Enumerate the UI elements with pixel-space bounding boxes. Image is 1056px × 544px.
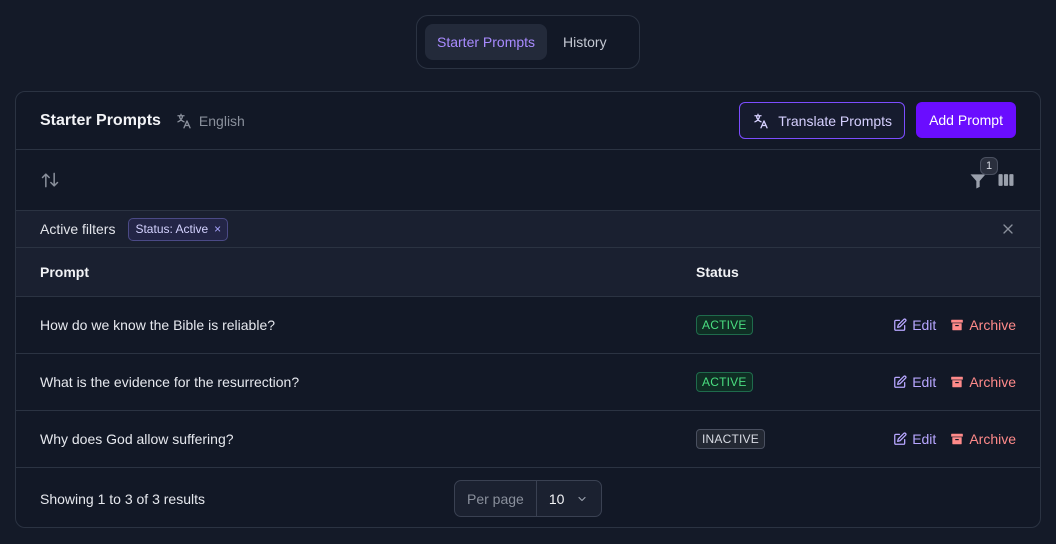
edit-button[interactable]: Edit: [893, 317, 936, 333]
translate-icon: [754, 113, 768, 128]
active-filters-label: Active filters: [40, 221, 116, 237]
translate-icon: [177, 113, 191, 128]
archive-icon: [951, 376, 964, 388]
status-badge: INACTIVE: [696, 429, 765, 449]
tab-history[interactable]: History: [551, 24, 619, 60]
edit-icon: [894, 432, 907, 445]
prompt-cell: What is the evidence for the resurrectio…: [40, 374, 300, 390]
status-badge: ACTIVE: [696, 315, 753, 335]
card-title: Starter Prompts: [40, 111, 161, 129]
edit-button[interactable]: Edit: [893, 374, 936, 390]
chevron-down-icon: [578, 496, 587, 501]
archive-label: Archive: [969, 374, 1016, 390]
translate-prompts-label: Translate Prompts: [778, 112, 893, 129]
table-header: Prompt Status: [16, 248, 1040, 297]
archive-label: Archive: [969, 431, 1016, 447]
table-footer: Showing 1 to 3 of 3 results Per page 10: [16, 468, 1040, 527]
translate-prompts-button[interactable]: Translate Prompts: [739, 102, 906, 139]
table-row: Why does God allow suffering? INACTIVE E…: [16, 411, 1040, 468]
table-row: How do we know the Bible is reliable? AC…: [16, 297, 1040, 354]
results-summary: Showing 1 to 3 of 3 results: [40, 490, 205, 507]
archive-button[interactable]: Archive: [950, 374, 1016, 390]
archive-button[interactable]: Archive: [950, 317, 1016, 333]
archive-button[interactable]: Archive: [950, 431, 1016, 447]
edit-label: Edit: [912, 374, 937, 390]
language-indicator: English: [175, 112, 245, 130]
view-tabs: Starter Prompts History: [416, 15, 640, 69]
edit-label: Edit: [912, 431, 937, 447]
edit-icon: [894, 375, 907, 388]
table-row: What is the evidence for the resurrectio…: [16, 354, 1040, 411]
edit-icon: [894, 318, 907, 331]
status-filter-chip: Status: Active ×: [128, 217, 229, 241]
status-badge: ACTIVE: [696, 372, 753, 392]
filter-button[interactable]: 1: [968, 157, 998, 191]
sort-icon[interactable]: [40, 170, 60, 190]
edit-label: Edit: [912, 317, 937, 333]
archive-icon: [951, 319, 964, 331]
per-page-value: 10: [548, 490, 565, 507]
tab-starter-prompts[interactable]: Starter Prompts: [425, 24, 548, 60]
filter-count-badge: 1: [980, 157, 998, 175]
column-header-prompt[interactable]: Prompt: [40, 264, 696, 280]
columns-icon[interactable]: [996, 170, 1016, 190]
per-page-select[interactable]: 10: [537, 491, 601, 507]
prompt-cell: How do we know the Bible is reliable?: [40, 317, 276, 333]
prompt-cell: Why does God allow suffering?: [40, 431, 234, 447]
per-page-label: Per page: [455, 481, 537, 516]
remove-filter-icon[interactable]: ×: [214, 222, 221, 236]
status-filter-chip-label: Status: Active: [135, 222, 209, 236]
column-header-status[interactable]: Status: [696, 264, 739, 280]
active-filters-bar: Active filters Status: Active ×: [16, 211, 1040, 248]
archive-icon: [951, 433, 964, 445]
card-header: Starter Prompts English Translate Prompt…: [16, 92, 1040, 150]
language-label: English: [198, 112, 245, 129]
table-toolbar: 1: [16, 150, 1040, 211]
per-page-control: Per page 10: [454, 480, 602, 517]
close-icon[interactable]: [1000, 221, 1016, 237]
archive-label: Archive: [969, 317, 1016, 333]
starter-prompts-card: Starter Prompts English Translate Prompt…: [15, 91, 1041, 528]
add-prompt-button[interactable]: Add Prompt: [916, 102, 1016, 138]
edit-button[interactable]: Edit: [893, 431, 936, 447]
